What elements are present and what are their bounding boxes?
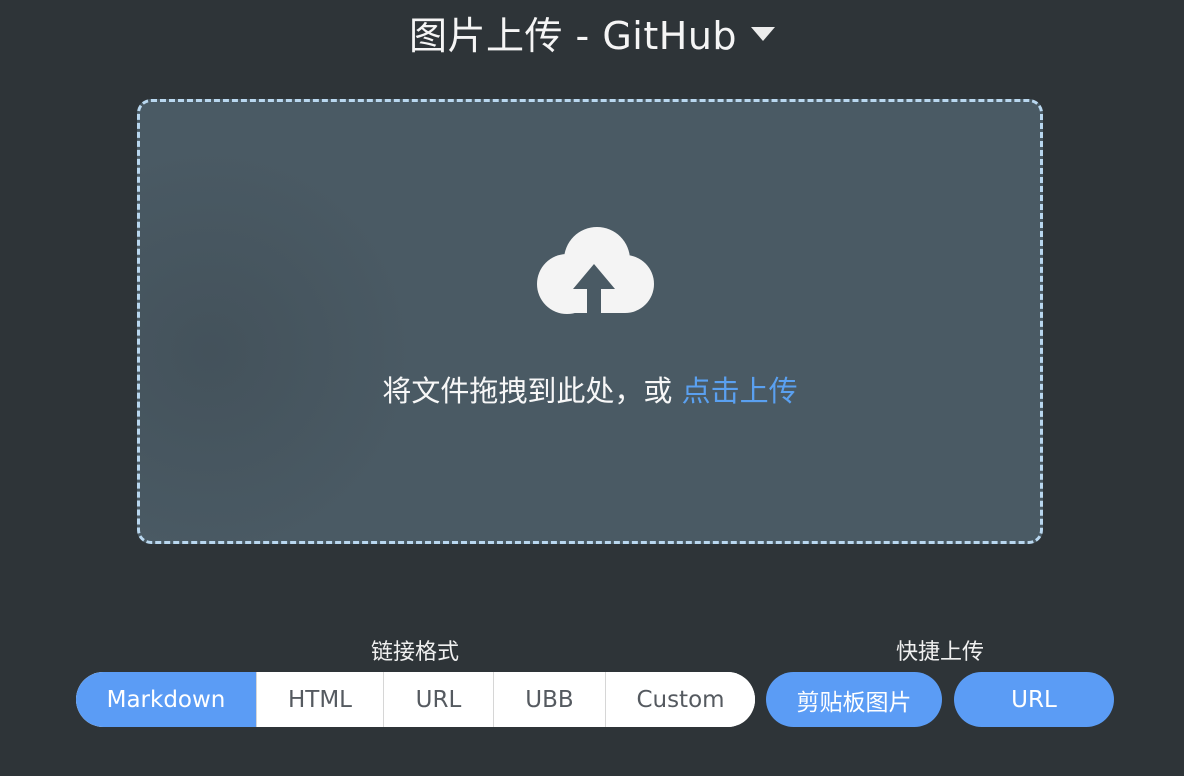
- link-format-selector: Markdown HTML URL UBB Custom: [76, 672, 755, 727]
- format-markdown-button[interactable]: Markdown: [76, 672, 256, 727]
- format-url-button[interactable]: URL: [383, 672, 493, 727]
- drop-instructions: 将文件拖拽到此处，或 点击上传: [140, 368, 1040, 410]
- header: 图片上传 - GitHub: [0, 6, 1184, 58]
- cloud-upload-icon: [537, 227, 654, 314]
- drop-prompt-text: 将文件拖拽到此处，或: [382, 374, 682, 408]
- format-custom-button[interactable]: Custom: [605, 672, 755, 727]
- url-upload-button[interactable]: URL: [954, 672, 1114, 727]
- page-title[interactable]: 图片上传 - GitHub: [409, 5, 737, 60]
- upload-drop-zone[interactable]: 将文件拖拽到此处，或 点击上传: [137, 99, 1043, 544]
- quick-upload-label: 快捷上传: [895, 640, 984, 665]
- clipboard-upload-button[interactable]: 剪贴板图片: [766, 672, 942, 727]
- click-upload-link[interactable]: 点击上传: [682, 374, 798, 408]
- link-format-label: 链接格式: [370, 640, 459, 665]
- format-ubb-button[interactable]: UBB: [493, 672, 605, 727]
- format-html-button[interactable]: HTML: [256, 672, 383, 727]
- caret-down-icon[interactable]: [751, 27, 776, 41]
